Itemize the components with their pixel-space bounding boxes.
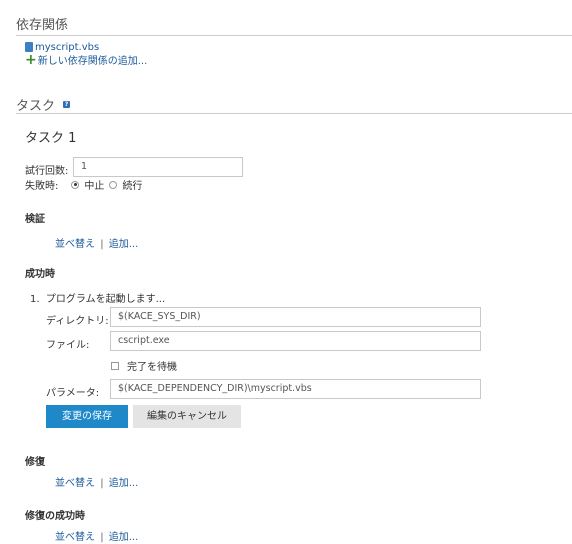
remediation-success-actions: 並べ替え | 追加... — [55, 528, 138, 543]
params-input[interactable]: $(KACE_DEPENDENCY_DIR)\myscript.vbs — [110, 379, 481, 399]
wait-row[interactable]: 完了を待機 — [111, 359, 177, 373]
on-success-title: 成功時 — [25, 269, 55, 280]
verify-actions: 並べ替え | 追加... — [55, 235, 138, 250]
radio-abort-label: 中止 — [84, 181, 105, 192]
remediation-add-link[interactable]: 追加... — [109, 478, 139, 489]
remediation-success-reorder-link[interactable]: 並べ替え — [55, 532, 95, 543]
add-dependency-item[interactable]: + 新しい依存関係の追加... — [25, 51, 148, 68]
wait-checkbox[interactable] — [111, 361, 119, 370]
tasks-title: タスク — [16, 99, 56, 114]
tasks-divider — [16, 113, 572, 114]
verify-separator: | — [100, 239, 104, 250]
launch-program-step: 1. プログラムを起動します... — [30, 294, 166, 305]
radio-abort[interactable] — [71, 180, 80, 189]
dependencies-divider — [16, 35, 572, 36]
attempts-label: 試行回数: — [25, 166, 69, 177]
remediation-separator: | — [100, 478, 104, 489]
attempts-input[interactable]: 1 — [73, 157, 243, 177]
remediation-success-separator: | — [100, 532, 104, 543]
radio-continue-label: 続行 — [122, 181, 143, 192]
cancel-edit-button[interactable]: 編集のキャンセル — [133, 405, 241, 428]
directory-input[interactable]: $(KACE_SYS_DIR) — [110, 307, 481, 327]
remediation-title: 修復 — [25, 457, 45, 468]
verify-title: 検証 — [25, 214, 45, 225]
file-icon — [25, 42, 33, 52]
dependency-file-link[interactable]: myscript.vbs — [35, 42, 99, 53]
radio-continue[interactable] — [109, 180, 118, 189]
params-label: パラメータ: — [46, 388, 100, 399]
verify-reorder-link[interactable]: 並べ替え — [55, 239, 95, 250]
remediation-success-add-link[interactable]: 追加... — [109, 532, 139, 543]
on-failure-label: 失敗時: — [25, 181, 59, 192]
remediation-reorder-link[interactable]: 並べ替え — [55, 478, 95, 489]
save-changes-button[interactable]: 変更の保存 — [46, 405, 128, 428]
remediation-success-title: 修復の成功時 — [25, 511, 85, 522]
on-failure-row: 失敗時: 中止 続行 — [25, 178, 143, 192]
add-dependency-link[interactable]: 新しい依存関係の追加... — [38, 52, 148, 67]
tasks-header: タスク ? — [16, 95, 71, 114]
file-input[interactable]: cscript.exe — [110, 331, 481, 351]
plus-icon: + — [25, 51, 37, 68]
verify-add-link[interactable]: 追加... — [109, 239, 139, 250]
task-title: タスク 1 — [25, 131, 77, 146]
dependencies-title: 依存関係 — [16, 18, 69, 33]
file-label: ファイル: — [46, 340, 90, 351]
help-icon[interactable]: ? — [63, 101, 71, 108]
wait-label: 完了を待機 — [127, 362, 177, 373]
directory-label: ディレクトリ: — [46, 316, 109, 327]
remediation-actions: 並べ替え | 追加... — [55, 474, 138, 489]
